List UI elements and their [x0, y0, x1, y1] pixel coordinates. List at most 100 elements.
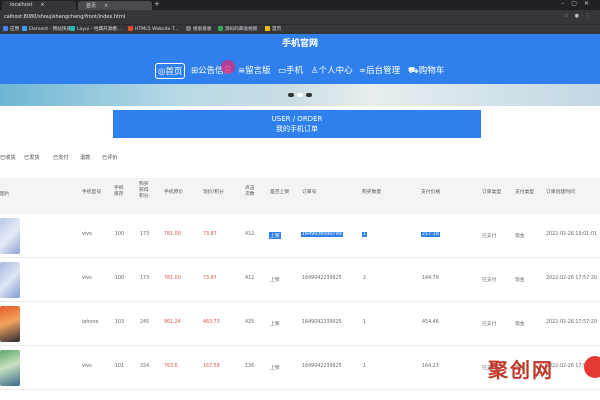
cell-model: iphone [82, 320, 99, 325]
carousel-dot[interactable] [288, 93, 294, 97]
cell-clicks: 412 [245, 232, 255, 237]
carousel-dot[interactable] [297, 93, 303, 97]
cell-listed: 上架 [269, 232, 281, 239]
filter-received[interactable]: 已收货 [0, 154, 16, 161]
cell-order-type: 已支付 [482, 322, 497, 327]
nav-phone[interactable]: ▭手机 [278, 64, 303, 76]
cell-stock: 100 [115, 276, 125, 281]
cell-quantity: 1 [363, 364, 367, 369]
nav-home[interactable]: ◎首页 [155, 63, 186, 79]
bookmark-apps[interactable]: 应用 [3, 26, 19, 32]
watermark-badge-icon [584, 356, 600, 378]
order-title-en: USER / ORDER [271, 115, 323, 123]
html5-icon [128, 26, 133, 31]
carousel-dot[interactable] [306, 93, 312, 97]
cell-created-time: 2022-02-26 17:57:20 [546, 276, 597, 281]
cell-pay-price: 217.18 [421, 232, 440, 237]
cell-original-price: 961.24 [164, 320, 181, 325]
cell-pay-type: 现金 [515, 234, 525, 239]
cell-order-no: 1649042239925 [302, 364, 342, 369]
col-created-time: 订单创建时间 [546, 190, 575, 195]
bookmark-icon [265, 26, 270, 31]
cell-pay-price: 164.23 [422, 364, 439, 369]
nav-admin[interactable]: ∞后台管理 [359, 64, 400, 76]
close-icon[interactable]: × [104, 3, 108, 9]
cell-quantity: 2 [363, 276, 367, 281]
cell-clicks: 425 [245, 320, 255, 325]
order-title-bar: USER / ORDER 我的手机订单 [113, 110, 481, 138]
filter-refund[interactable]: 退款 [80, 154, 90, 161]
browser-tab-localhost[interactable]: localhost × [2, 1, 76, 10]
cell-stock: 103 [115, 320, 125, 325]
browser-actions-icon[interactable]: ☆●⋮ [564, 13, 596, 19]
phone-icon: ▭ [278, 66, 287, 76]
cell-created-time: 2022-02-26 17:57:20 [546, 320, 597, 325]
filter-shipped[interactable]: 已发货 [24, 154, 40, 161]
bookmark-icon [218, 26, 223, 31]
cell-price: 73.87 [203, 276, 217, 281]
new-tab-icon[interactable]: + [154, 0, 160, 8]
bookmark-html5[interactable]: HTML5 Website T... [128, 26, 179, 32]
cell-clicks: 412 [245, 276, 255, 281]
banner-image [0, 84, 600, 106]
cell-order-no: 1649042239925 [302, 276, 342, 281]
cell-model: vivo [82, 276, 92, 281]
col-listed: 是否上架 [270, 190, 290, 195]
bookmark-layui[interactable]: Layui - 经典开源模... [70, 26, 121, 32]
bookmark-videos[interactable]: 源码码库收视频 [218, 26, 257, 32]
cell-points: 173 [140, 276, 150, 281]
bookmark-icon [186, 26, 191, 31]
cell-model: vivo [82, 364, 92, 369]
nav-message[interactable]: ≡留言版 [238, 64, 271, 76]
watermark-logo: 聚创网 [488, 358, 554, 382]
browser-tab-home[interactable]: 首页 × [78, 1, 152, 10]
browser-tab-bar: localhost × 首页 × + –▢✕ [0, 0, 600, 10]
cell-points: 245 [140, 320, 150, 325]
filter-reviewed[interactable]: 已评价 [102, 154, 118, 161]
cell-order-no: 1649042239925 [302, 320, 342, 325]
address-bar[interactable]: calhost:8080/shoujishangcheng/front/inde… [0, 10, 600, 24]
filter-paid[interactable]: 已支付 [53, 154, 69, 161]
cell-original-price: 763.6 [164, 364, 178, 369]
col-image: 图片 [0, 192, 10, 197]
cell-quantity: 1 [363, 320, 367, 325]
cell-model: vivo [82, 232, 92, 237]
cell-stock: 100 [115, 232, 125, 237]
col-order-type: 订单类型 [482, 190, 502, 195]
cell-pay-price: 454.46 [422, 320, 439, 325]
cell-pay-type: 现金 [515, 278, 525, 283]
site-title: 手机官网 [281, 39, 318, 49]
product-image [0, 350, 20, 386]
cell-listed: 上架 [270, 322, 280, 327]
table-row[interactable]: iphone 103 245 961.24 463.73 425 上架 1649… [0, 302, 600, 346]
url-text: calhost:8080/shoujishangcheng/front/inde… [4, 14, 126, 20]
window-controls[interactable]: –▢✕ [561, 0, 596, 7]
product-image [0, 218, 20, 254]
bookmark-element[interactable]: Element - 网站快速... [22, 26, 75, 32]
cell-order-no: 1649036090799 [301, 232, 343, 237]
order-title-cn: 我的手机订单 [276, 125, 318, 133]
bookmark-home[interactable]: 首页 [265, 26, 281, 32]
nav-user-center[interactable]: ♙个人中心 [311, 64, 353, 76]
cell-pay-price: 144.79 [422, 276, 439, 281]
element-icon [22, 26, 27, 31]
cell-listed: 上架 [270, 278, 280, 283]
col-pay-price: 支付价格 [421, 190, 441, 195]
table-row[interactable]: vivo 100 173 781.00 73.87 412 上架 1649042… [0, 258, 600, 302]
product-image [0, 306, 20, 342]
cell-clicks: 136 [245, 364, 255, 369]
table-row[interactable]: vivo 100 173 781.00 73.87 412 上架 1649036… [0, 214, 600, 258]
cell-points: 324 [140, 364, 150, 369]
close-icon[interactable]: × [40, 2, 44, 8]
bookmark-search[interactable]: 搜索接收 [186, 26, 211, 32]
cell-order-type: 已支付 [482, 234, 497, 239]
cell-price: 73.87 [203, 232, 217, 237]
cell-original-price: 781.00 [164, 276, 181, 281]
cell-stock: 101 [115, 364, 125, 369]
nav-cart[interactable]: ⛟购物车 [408, 64, 444, 77]
cell-pay-type: 现金 [515, 322, 525, 327]
col-clicks: 点击次数 [245, 186, 255, 197]
cart-icon: ⛟ [408, 66, 419, 76]
col-order-no: 订单号 [302, 190, 317, 195]
cell-original-price: 781.00 [164, 232, 181, 237]
